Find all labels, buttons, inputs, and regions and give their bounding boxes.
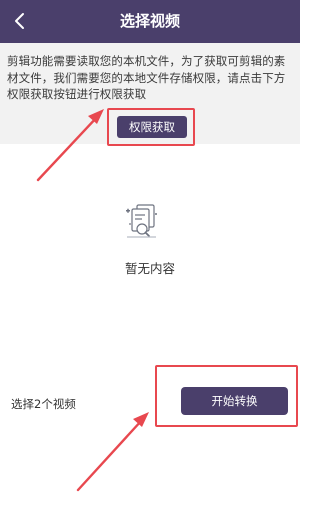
page-title: 选择视频 xyxy=(119,12,180,30)
permission-notice-text: 剪辑功能需要读取您的本机文件，为了获取可剪辑的素材文件，我们需要您的本地文件存储… xyxy=(7,54,286,101)
selected-count-text: 选择2个视频 xyxy=(11,397,76,411)
arrow-to-start xyxy=(76,412,149,492)
document-search-icon xyxy=(126,204,157,238)
start-convert-button[interactable]: 开始转换 xyxy=(181,387,288,415)
back-button[interactable] xyxy=(6,7,34,35)
permission-button[interactable]: 权限获取 xyxy=(117,116,187,138)
empty-state-text: 暂无内容 xyxy=(124,261,175,276)
top-bar: 选择视频 xyxy=(0,0,300,43)
chevron-left-icon xyxy=(15,13,24,29)
